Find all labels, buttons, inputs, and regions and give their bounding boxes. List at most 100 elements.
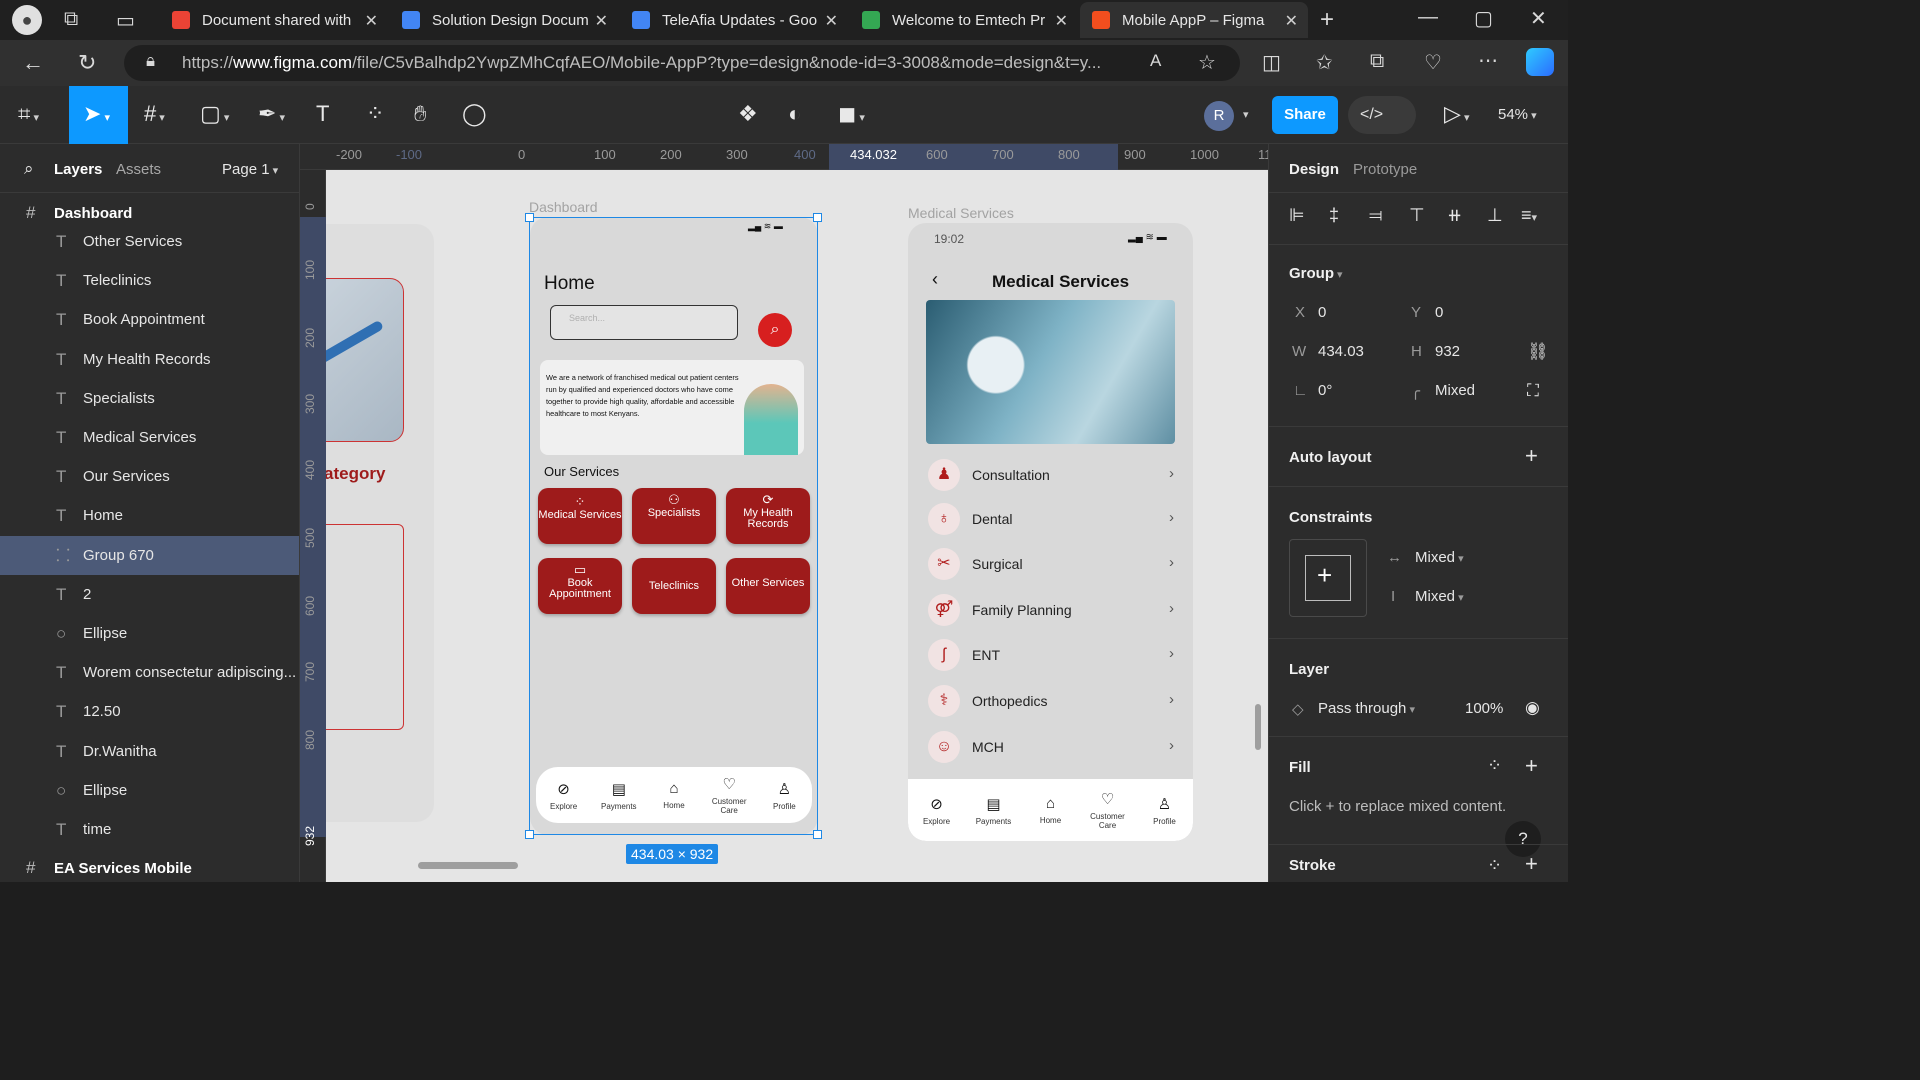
constraints-widget[interactable]: +: [1289, 539, 1367, 617]
collections-icon[interactable]: ⧉: [1370, 50, 1384, 73]
medical-item-orthopedics[interactable]: ⚕ Orthopedics ›: [928, 681, 1178, 721]
present-icon[interactable]: ▷ ▾: [1444, 102, 1470, 130]
hand-tool-icon[interactable]: ✋︎: [414, 102, 427, 126]
layer-row[interactable]: T Other Services: [0, 222, 299, 261]
align-middle-v-icon[interactable]: ⧺: [1447, 205, 1462, 226]
search-input[interactable]: Search...: [550, 305, 738, 340]
medical-item-ent[interactable]: ʃ ENT ›: [928, 635, 1178, 675]
align-left-icon[interactable]: ⊫: [1289, 205, 1305, 226]
browser-tab-figma[interactable]: Mobile AppP – Figma ✕: [1080, 2, 1308, 38]
browser-tab-docs-solution[interactable]: Solution Design Docum ✕: [390, 2, 618, 38]
copilot-icon[interactable]: [1526, 48, 1554, 76]
tab-prototype[interactable]: Prototype: [1353, 161, 1417, 178]
w-input[interactable]: 434.03: [1318, 343, 1364, 360]
layer-row[interactable]: T Medical Services: [0, 418, 299, 457]
favorites-icon[interactable]: ✩: [1316, 50, 1333, 75]
layer-row[interactable]: T 12.50: [0, 692, 299, 731]
close-tab-icon[interactable]: ✕: [825, 11, 838, 31]
align-top-icon[interactable]: ⊤: [1409, 205, 1425, 226]
visibility-eye-icon[interactable]: ◉: [1525, 698, 1540, 718]
close-tab-icon[interactable]: ✕: [1055, 11, 1068, 31]
group-label[interactable]: Group ▾: [1289, 265, 1343, 282]
figma-menu-icon[interactable]: ⌗ ▾: [18, 102, 39, 130]
medical-item-dental[interactable]: ♁ Dental ›: [928, 499, 1178, 539]
constrain-proportions-icon[interactable]: ⛓: [1527, 342, 1549, 362]
profile-icon[interactable]: ●: [12, 5, 42, 35]
medical-frame-label[interactable]: Medical Services: [908, 205, 1014, 221]
resize-handle-bottom-right[interactable]: [813, 830, 822, 839]
search-button[interactable]: ⌕: [758, 313, 792, 347]
nav-home[interactable]: ⌂ Home: [649, 780, 699, 810]
service-specialists[interactable]: ⚇ Specialists: [632, 488, 716, 544]
add-auto-layout-icon[interactable]: +: [1525, 443, 1538, 469]
layer-row[interactable]: T Specialists: [0, 379, 299, 418]
align-right-icon[interactable]: ⫤: [1369, 205, 1383, 226]
share-button[interactable]: Share: [1272, 96, 1338, 134]
vertical-scrollbar[interactable]: [1255, 704, 1261, 750]
dashboard-frame-label[interactable]: Dashboard: [529, 199, 598, 215]
corner-radius-input[interactable]: Mixed: [1435, 382, 1475, 399]
nav-customer-care[interactable]: ♡ Customer Care: [1083, 790, 1133, 830]
browser-tab-emtech[interactable]: Welcome to Emtech Pr ✕: [850, 2, 1078, 38]
nav-customer-care[interactable]: ♡ Customer Care: [704, 775, 754, 815]
layer-row[interactable]: T2: [0, 575, 299, 614]
resize-handle-top-right[interactable]: [813, 213, 822, 222]
maximize-icon[interactable]: ▢: [1474, 6, 1493, 31]
vertical-constraint-select[interactable]: Mixed ▾: [1415, 588, 1464, 605]
frame-dashboard[interactable]: Dashboard: [54, 205, 132, 222]
back-chevron-icon[interactable]: ‹: [932, 269, 938, 290]
horizontal-scrollbar[interactable]: [418, 862, 518, 869]
medical-item-consultation[interactable]: ♟ Consultation ›: [928, 455, 1178, 495]
page-selector[interactable]: Page 1 ▾: [222, 161, 278, 178]
close-window-icon[interactable]: ✕: [1530, 6, 1547, 31]
nav-home[interactable]: ⌂ Home: [1026, 795, 1076, 825]
service-book-appointment[interactable]: ▭ Book Appointment: [538, 558, 622, 614]
service-other-services[interactable]: Other Services: [726, 558, 810, 614]
align-bottom-icon[interactable]: ⊥: [1487, 205, 1503, 226]
h-input[interactable]: 932: [1435, 343, 1460, 360]
comment-tool-icon[interactable]: ◯: [462, 102, 487, 126]
layer-row[interactable]: T Dr.Wanitha: [0, 732, 299, 771]
left-frame-partial[interactable]: ategory ST: [326, 224, 434, 822]
medical-item-mch[interactable]: ☺ MCH ›: [928, 727, 1178, 767]
layer-row[interactable]: T Book Appointment: [0, 300, 299, 339]
browser-tab-docs-teleafia[interactable]: TeleAfia Updates - Goo ✕: [620, 2, 848, 38]
dev-mode-toggle[interactable]: </>: [1348, 96, 1416, 134]
medical-services-phone-frame[interactable]: 19:02 ▂▄ ≋ ▬ ‹ Medical Services ♟ Consult…: [908, 223, 1193, 841]
search-layers-icon[interactable]: ⌕: [24, 159, 34, 179]
independent-corners-icon[interactable]: ⛶: [1527, 381, 1539, 401]
tab-layers[interactable]: Layers: [54, 161, 102, 178]
opacity-input[interactable]: 100%: [1465, 700, 1503, 717]
add-fill-icon[interactable]: +: [1525, 753, 1538, 779]
pen-tool-icon[interactable]: ✒ ▾: [258, 102, 285, 130]
text-tool-icon[interactable]: T: [316, 102, 329, 126]
distribute-icon[interactable]: ≡▾: [1521, 205, 1537, 226]
avatar[interactable]: R: [1204, 101, 1234, 131]
stroke-styles-icon[interactable]: ⁘: [1487, 855, 1502, 876]
favorite-star-icon[interactable]: ☆: [1198, 50, 1216, 75]
avatar-menu-chevron-icon[interactable]: ▾: [1243, 108, 1249, 121]
workspaces-icon[interactable]: ⧉: [64, 8, 78, 31]
new-tab-icon[interactable]: +: [1320, 6, 1334, 34]
layer-row[interactable]: Ttime: [0, 810, 299, 849]
nav-profile[interactable]: ♙ Profile: [1140, 795, 1190, 826]
layer-row[interactable]: T Worem consectetur adipiscing...: [0, 653, 299, 692]
blend-mode-select[interactable]: Pass through ▾: [1318, 700, 1415, 717]
component-icon[interactable]: ❖: [738, 102, 758, 126]
tab-assets[interactable]: Assets: [116, 161, 161, 178]
horizontal-constraint-select[interactable]: Mixed ▾: [1415, 549, 1464, 566]
layer-row[interactable]: T Home: [0, 496, 299, 535]
boolean-icon[interactable]: ◼ ▾: [838, 102, 865, 130]
browser-tab-gmail[interactable]: Document shared with ✕: [160, 2, 388, 38]
layer-row[interactable]: T Our Services: [0, 457, 299, 496]
layer-row[interactable]: ⸬ Group 670: [0, 535, 299, 575]
resources-icon[interactable]: ⁘: [366, 102, 384, 126]
service-medical-services[interactable]: ⁘ Medical Services: [538, 488, 622, 544]
add-stroke-icon[interactable]: +: [1525, 851, 1538, 877]
align-center-h-icon[interactable]: ‡: [1329, 205, 1339, 226]
layer-row[interactable]: ○ Ellipse: [0, 614, 299, 653]
fill-styles-icon[interactable]: ⁘: [1487, 755, 1502, 776]
split-screen-icon[interactable]: ◫: [1262, 50, 1281, 75]
layer-row[interactable]: ○ Ellipse: [0, 771, 299, 810]
shape-tool-icon[interactable]: ▢ ▾: [200, 102, 229, 130]
